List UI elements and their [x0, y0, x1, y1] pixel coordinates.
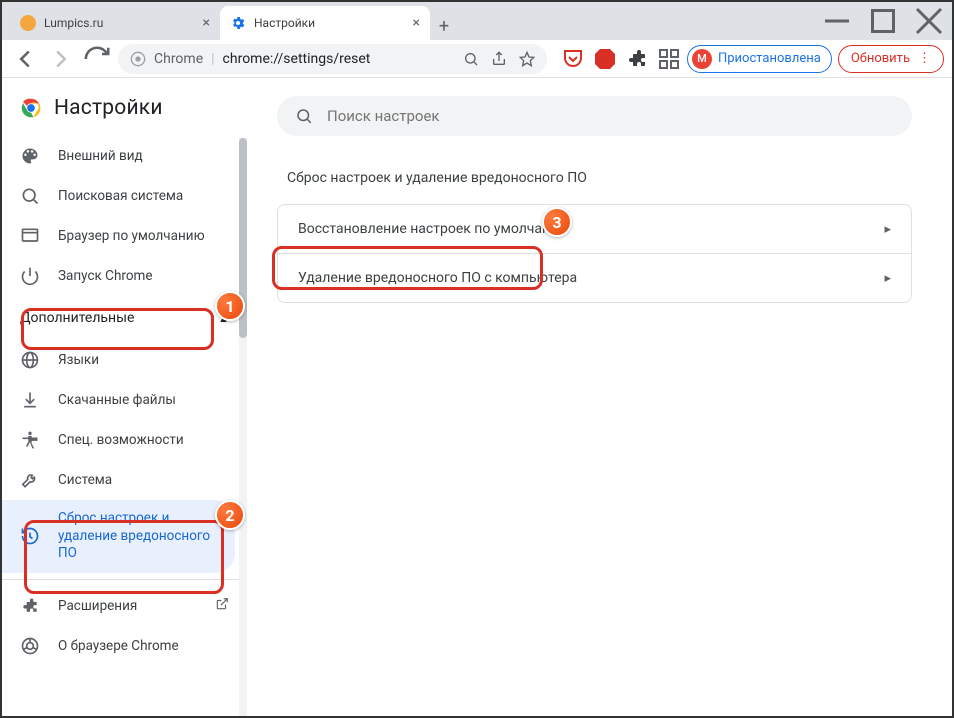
sidebar-label: Запуск Chrome	[58, 268, 153, 284]
tab-close-icon[interactable]: ×	[413, 15, 420, 31]
main-content: Сброс настроек и удаление вредоносного П…	[247, 78, 952, 716]
maximize-button[interactable]	[860, 6, 906, 36]
tab-settings[interactable]: Настройки ×	[220, 6, 430, 40]
chrome-logo-icon	[20, 97, 42, 119]
sidebar-item-extensions[interactable]: Расширения	[2, 586, 247, 626]
settings-title: Настройки	[54, 96, 163, 120]
scrollbar[interactable]	[239, 138, 247, 716]
settings-search[interactable]	[277, 96, 912, 136]
address-bar: Chrome | chrome://settings/reset	[2, 40, 952, 78]
search-icon	[20, 186, 40, 206]
settings-card: Восстановление настроек по умолчанию ▸ У…	[277, 204, 912, 303]
sidebar-item-appearance[interactable]: Внешний вид	[2, 136, 247, 176]
chevron-right-icon: ▸	[884, 222, 891, 237]
tab-lumpics[interactable]: Lumpics.ru ×	[10, 6, 220, 40]
chrome-icon	[130, 51, 146, 67]
update-button[interactable]: Обновить ⋮	[838, 45, 944, 73]
row-cleanup[interactable]: Удаление вредоносного ПО с компьютера ▸	[278, 253, 911, 302]
annotation-badge-2: 2	[215, 500, 245, 530]
sidebar: Настройки Внешний вид Поисковая система …	[2, 78, 247, 716]
tab-title: Lumpics.ru	[44, 16, 103, 30]
browser-icon	[20, 226, 40, 246]
restore-icon	[20, 526, 40, 546]
sidebar-label: О браузере Chrome	[58, 638, 179, 654]
close-button[interactable]	[906, 6, 952, 36]
chevron-right-icon: ▸	[884, 271, 891, 286]
profile-chip[interactable]: М Приостановлена	[687, 45, 832, 73]
tab-title: Настройки	[254, 16, 315, 30]
sidebar-label: Браузер по умолчанию	[58, 228, 205, 244]
omnibox[interactable]: Chrome | chrome://settings/reset	[118, 44, 547, 74]
update-label: Обновить	[851, 51, 910, 66]
accessibility-icon	[20, 430, 40, 450]
palette-icon	[20, 146, 40, 166]
reading-list-icon[interactable]	[657, 47, 681, 71]
download-icon	[20, 390, 40, 410]
row-restore-defaults[interactable]: Восстановление настроек по умолчанию ▸	[278, 205, 911, 253]
url-text: chrome://settings/reset	[223, 51, 371, 67]
sidebar-item-default-browser[interactable]: Браузер по умолчанию	[2, 216, 247, 256]
sidebar-label: Внешний вид	[58, 148, 143, 164]
titlebar: Lumpics.ru × Настройки × +	[2, 2, 952, 40]
sidebar-label: Языки	[58, 352, 99, 368]
star-icon[interactable]	[519, 51, 535, 67]
scheme-label: Chrome	[154, 51, 203, 67]
sidebar-label: Сброс настроек и удаление вредоносного П…	[58, 510, 217, 563]
external-link-icon	[215, 597, 229, 615]
sidebar-label: Расширения	[58, 598, 137, 614]
row-label: Восстановление настроек по умолчанию	[298, 221, 570, 237]
profile-status: Приостановлена	[718, 51, 821, 66]
separator: |	[211, 51, 214, 67]
advanced-label: Дополнительные	[20, 310, 134, 326]
favicon-lumpics	[20, 15, 36, 31]
sidebar-label: Поисковая система	[58, 188, 183, 204]
forward-button[interactable]	[46, 44, 76, 74]
wrench-icon	[20, 470, 40, 490]
extension-icon	[20, 596, 40, 616]
sidebar-label: Скачанные файлы	[58, 392, 176, 408]
back-button[interactable]	[10, 44, 40, 74]
tab-close-icon[interactable]: ×	[203, 15, 210, 31]
sidebar-item-reset[interactable]: Сброс настроек и удаление вредоносного П…	[2, 500, 235, 573]
window-controls	[814, 2, 952, 40]
globe-icon	[20, 350, 40, 370]
sidebar-label: Система	[58, 472, 112, 488]
row-label: Удаление вредоносного ПО с компьютера	[298, 270, 577, 286]
power-icon	[20, 266, 40, 286]
chrome-icon	[20, 636, 40, 656]
section-title: Сброс настроек и удаление вредоносного П…	[287, 170, 912, 186]
sidebar-item-languages[interactable]: Языки	[2, 340, 247, 380]
new-tab-button[interactable]: +	[430, 12, 458, 40]
sidebar-item-search[interactable]: Поисковая система	[2, 176, 247, 216]
sidebar-advanced-toggle[interactable]: Дополнительные ▲	[2, 296, 247, 340]
minimize-button[interactable]	[814, 6, 860, 36]
annotation-badge-3: 3	[542, 207, 572, 237]
divider	[2, 579, 247, 580]
annotation-badge-1: 1	[215, 291, 245, 321]
extensions-icon[interactable]	[625, 47, 649, 71]
sidebar-item-accessibility[interactable]: Спец. возможности	[2, 420, 247, 460]
zoom-icon[interactable]	[463, 51, 479, 67]
sidebar-item-about[interactable]: О браузере Chrome	[2, 626, 247, 666]
gear-icon	[230, 15, 246, 31]
sidebar-item-startup[interactable]: Запуск Chrome	[2, 256, 247, 296]
adblock-icon[interactable]	[593, 47, 617, 71]
share-icon[interactable]	[491, 51, 507, 67]
menu-icon: ⋮	[918, 51, 931, 66]
sidebar-item-system[interactable]: Система	[2, 460, 247, 500]
avatar: М	[692, 49, 712, 69]
search-input[interactable]	[327, 107, 894, 125]
reload-button[interactable]	[82, 44, 112, 74]
sidebar-item-downloads[interactable]: Скачанные файлы	[2, 380, 247, 420]
sidebar-label: Спец. возможности	[58, 432, 184, 448]
search-icon	[295, 107, 313, 125]
pocket-icon[interactable]	[561, 47, 585, 71]
